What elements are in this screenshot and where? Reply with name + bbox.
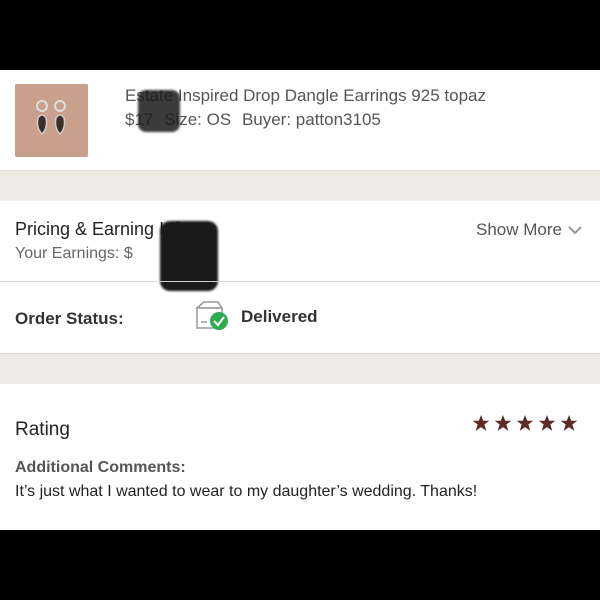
star-icon [560, 415, 578, 431]
order-details-screen: Estate Inspired Drop Dangle Earrings 925… [0, 70, 600, 530]
order-status-value: Delivered [241, 307, 318, 326]
pricing-section: Pricing & Earning Info Your Earnings: $ … [0, 201, 600, 353]
product-row[interactable]: Estate Inspired Drop Dangle Earrings 925… [0, 70, 600, 170]
show-more-label: Show More [476, 220, 562, 239]
show-more-button[interactable]: Show More [476, 220, 582, 240]
product-buyer[interactable]: Buyer: patton3105 [242, 110, 381, 129]
delivered-box-icon [194, 301, 228, 330]
buyer-comment: It’s just what I wanted to wear to my da… [15, 483, 478, 500]
rating-section: Rating Additional Comments: It’s just wh… [0, 384, 600, 530]
section-divider [0, 353, 600, 385]
rating-label: Rating [15, 419, 70, 440]
star-icon [516, 415, 534, 431]
redaction-mark [138, 90, 180, 132]
additional-comments-label: Additional Comments: [15, 459, 186, 476]
star-icon [494, 415, 512, 431]
section-divider [0, 170, 600, 202]
earrings-image [15, 84, 88, 157]
rating-stars [472, 414, 578, 432]
divider-line [0, 281, 600, 282]
star-icon [538, 415, 556, 431]
product-thumbnail[interactable] [15, 84, 88, 157]
earnings-label: Your Earnings: $ [15, 245, 133, 262]
star-icon [472, 415, 490, 431]
order-status-label: Order Status: [15, 309, 124, 328]
chevron-down-icon [568, 226, 582, 235]
